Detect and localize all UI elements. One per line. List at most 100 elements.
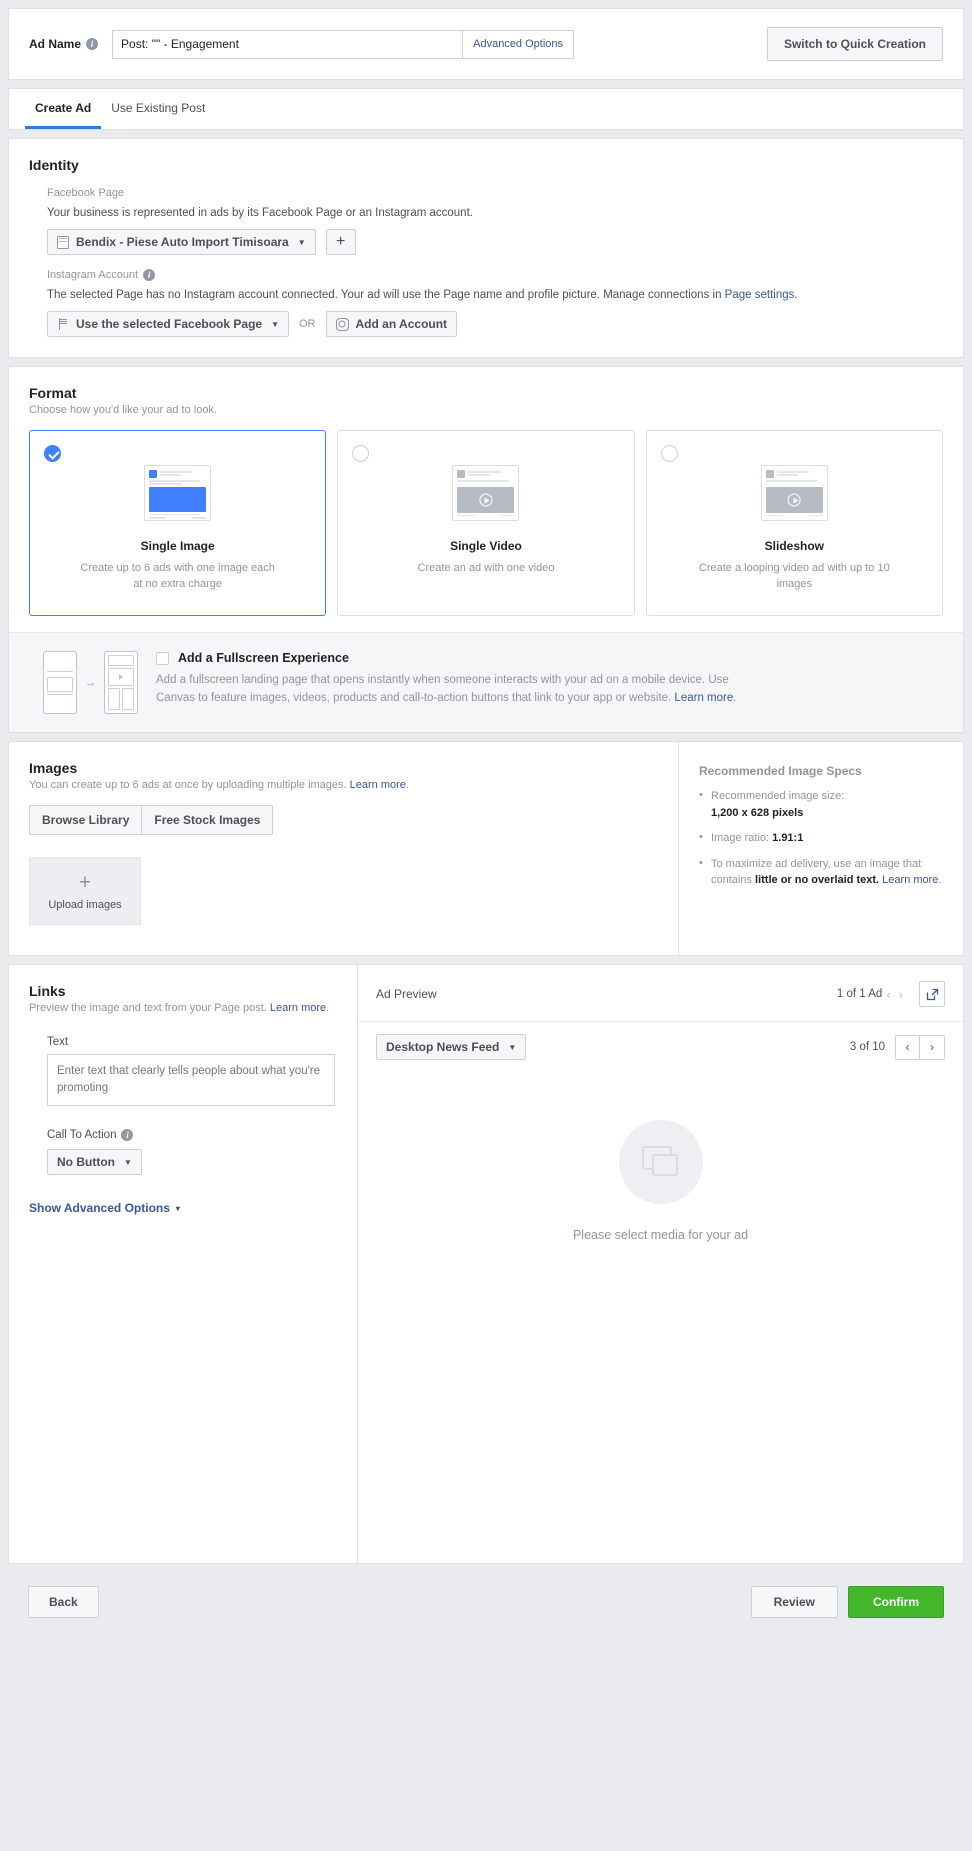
or-separator: OR bbox=[299, 318, 316, 331]
add-page-button[interactable]: + bbox=[325, 229, 356, 256]
ad-preview-count: 1 of 1 Ad bbox=[836, 988, 883, 1001]
images-subtitle: You can create up to 6 ads at once by up… bbox=[29, 779, 658, 791]
confirm-button[interactable]: Confirm bbox=[848, 1586, 944, 1619]
fullscreen-checkbox[interactable] bbox=[156, 651, 169, 665]
preview-pager: 3 of 10 ‹ › bbox=[849, 1034, 945, 1060]
footer-bar: Back Review Confirm bbox=[8, 1572, 964, 1632]
upload-images-button[interactable]: + Upload images bbox=[29, 857, 141, 926]
format-card-slideshow[interactable]: Slideshow Create a looping video ad with… bbox=[645, 430, 943, 617]
image-stack-icon bbox=[641, 1146, 680, 1178]
fullscreen-learn-more-link[interactable]: Learn more bbox=[674, 692, 733, 704]
links-title: Links bbox=[29, 983, 66, 1000]
format-title: Format bbox=[29, 385, 77, 402]
ad-name-input[interactable] bbox=[113, 37, 463, 51]
format-card-single-image[interactable]: Single Image Create up to 6 ads with one… bbox=[29, 430, 327, 617]
call-to-action-label-text: Call To Action bbox=[47, 1129, 117, 1142]
radio-single-image[interactable] bbox=[44, 445, 61, 463]
instagram-icon bbox=[335, 317, 349, 331]
media-placeholder-circle bbox=[618, 1120, 703, 1205]
phone-before-icon bbox=[43, 651, 77, 715]
add-an-account-button[interactable]: Add an Account bbox=[325, 311, 458, 338]
spec-value: 1.91:1 bbox=[772, 832, 804, 845]
links-learn-more-link[interactable]: Learn more bbox=[270, 1002, 326, 1014]
chevron-down-icon: ▾ bbox=[175, 1203, 180, 1213]
format-section: Format Choose how you'd like your ad to … bbox=[8, 366, 964, 734]
expand-preview-button[interactable] bbox=[919, 981, 945, 1008]
preview-page-count: 3 of 10 bbox=[849, 1041, 885, 1054]
format-card-name: Single Image bbox=[140, 539, 215, 554]
recommended-image-specs-panel: Recommended Image Specs Recommended imag… bbox=[678, 742, 963, 956]
page-settings-link[interactable]: Page settings bbox=[725, 289, 795, 301]
spec-text: Recommended image size: bbox=[711, 790, 845, 803]
play-icon bbox=[787, 493, 801, 507]
links-subtitle-text: Preview the image and text from your Pag… bbox=[29, 1002, 270, 1015]
radio-single-video[interactable] bbox=[352, 445, 370, 463]
ad-next-arrow-icon[interactable]: › bbox=[895, 987, 907, 1002]
video-placeholder bbox=[457, 487, 515, 513]
free-stock-images-button[interactable]: Free Stock Images bbox=[142, 805, 274, 836]
ad-name-input-wrapper: Advanced Options bbox=[112, 29, 575, 59]
format-subtitle: Choose how you'd like your ad to look. bbox=[29, 404, 217, 417]
plus-icon: + bbox=[335, 233, 346, 251]
play-icon bbox=[479, 493, 493, 507]
placement-select[interactable]: Desktop News Feed ▼ bbox=[376, 1034, 527, 1061]
info-icon[interactable]: i bbox=[86, 38, 99, 50]
tab-create-ad[interactable]: Create Ad bbox=[25, 89, 102, 129]
fullscreen-experience-section: → Add a Fullscreen Experience Add a full… bbox=[9, 632, 963, 733]
format-card-name: Single Video bbox=[450, 539, 522, 554]
page-icon bbox=[57, 235, 69, 249]
show-advanced-options-toggle[interactable]: Show Advanced Options ▾ bbox=[29, 1201, 180, 1215]
instagram-description-text: The selected Page has no Instagram accou… bbox=[47, 289, 725, 302]
instagram-account-label: Instagram Account i bbox=[47, 269, 943, 282]
arrow-right-icon: → bbox=[85, 676, 96, 689]
single-video-thumbnail bbox=[452, 465, 520, 522]
call-to-action-select[interactable]: No Button ▼ bbox=[47, 1149, 142, 1176]
images-learn-more-link[interactable]: Learn more bbox=[350, 779, 406, 791]
images-subtitle-text: You can create up to 6 ads at once by up… bbox=[29, 779, 350, 792]
format-card-description: Create an ad with one video bbox=[417, 562, 555, 575]
tab-use-existing-post[interactable]: Use Existing Post bbox=[101, 89, 215, 129]
phone-after-icon bbox=[104, 651, 138, 715]
radio-slideshow[interactable] bbox=[660, 445, 678, 463]
switch-to-quick-creation-button[interactable]: Switch to Quick Creation bbox=[766, 27, 943, 61]
identity-section: Identity Facebook Page Your business is … bbox=[8, 138, 964, 359]
links-subtitle: Preview the image and text from your Pag… bbox=[29, 1002, 337, 1014]
specs-list: Recommended image size: 1,200 x 628 pixe… bbox=[699, 787, 943, 889]
advanced-options-link[interactable]: Advanced Options bbox=[462, 30, 573, 58]
links-panel: Links Preview the image and text from yo… bbox=[9, 965, 358, 1564]
specs-learn-more-link[interactable]: Learn more bbox=[882, 874, 938, 886]
instagram-account-row: Use the selected Facebook Page ▼ OR Add … bbox=[47, 311, 943, 338]
spec-text: Image ratio: bbox=[711, 832, 773, 845]
instagram-account-select[interactable]: Use the selected Facebook Page ▼ bbox=[47, 311, 289, 338]
format-card-list: Single Image Create up to 6 ads with one… bbox=[29, 430, 943, 617]
facebook-page-label: Facebook Page bbox=[47, 187, 125, 199]
ad-text-input[interactable] bbox=[47, 1054, 335, 1107]
instagram-account-label-text: Instagram Account bbox=[47, 269, 139, 282]
footer-actions: Review Confirm bbox=[750, 1586, 944, 1619]
instagram-account-description: The selected Page has no Instagram accou… bbox=[47, 287, 943, 303]
flag-icon bbox=[57, 318, 69, 331]
upload-images-label: Upload images bbox=[48, 898, 122, 911]
fullscreen-checkbox-row[interactable]: Add a Fullscreen Experience bbox=[156, 651, 943, 665]
preview-next-button[interactable]: › bbox=[920, 1034, 945, 1060]
add-an-account-label: Add an Account bbox=[355, 317, 448, 332]
external-link-icon bbox=[926, 988, 938, 1000]
call-to-action-value: No Button bbox=[57, 1155, 115, 1170]
preview-prev-button[interactable]: ‹ bbox=[895, 1034, 920, 1060]
cta-info-icon[interactable]: i bbox=[121, 1129, 134, 1142]
ad-prev-arrow-icon[interactable]: ‹ bbox=[882, 987, 894, 1002]
facebook-page-select[interactable]: Bendix - Piese Auto Import Timisoara ▼ bbox=[47, 229, 316, 256]
back-button[interactable]: Back bbox=[28, 1586, 99, 1619]
review-button[interactable]: Review bbox=[750, 1586, 838, 1619]
fullscreen-description: Add a fullscreen landing page that opens… bbox=[156, 672, 756, 708]
fullscreen-description-end: . bbox=[733, 691, 737, 704]
facebook-page-selected-value: Bendix - Piese Auto Import Timisoara bbox=[76, 235, 289, 250]
instagram-info-icon[interactable]: i bbox=[143, 269, 156, 282]
placement-value: Desktop News Feed bbox=[386, 1040, 500, 1055]
links-and-preview-section: Links Preview the image and text from yo… bbox=[8, 964, 964, 1565]
ad-name-bar: Ad Name i Advanced Options Switch to Qui… bbox=[8, 8, 964, 80]
slideshow-thumbnail bbox=[760, 465, 828, 522]
tab-bar: Create Ad Use Existing Post bbox=[8, 88, 964, 130]
browse-library-button[interactable]: Browse Library bbox=[29, 805, 143, 836]
format-card-single-video[interactable]: Single Video Create an ad with one video bbox=[337, 430, 635, 617]
